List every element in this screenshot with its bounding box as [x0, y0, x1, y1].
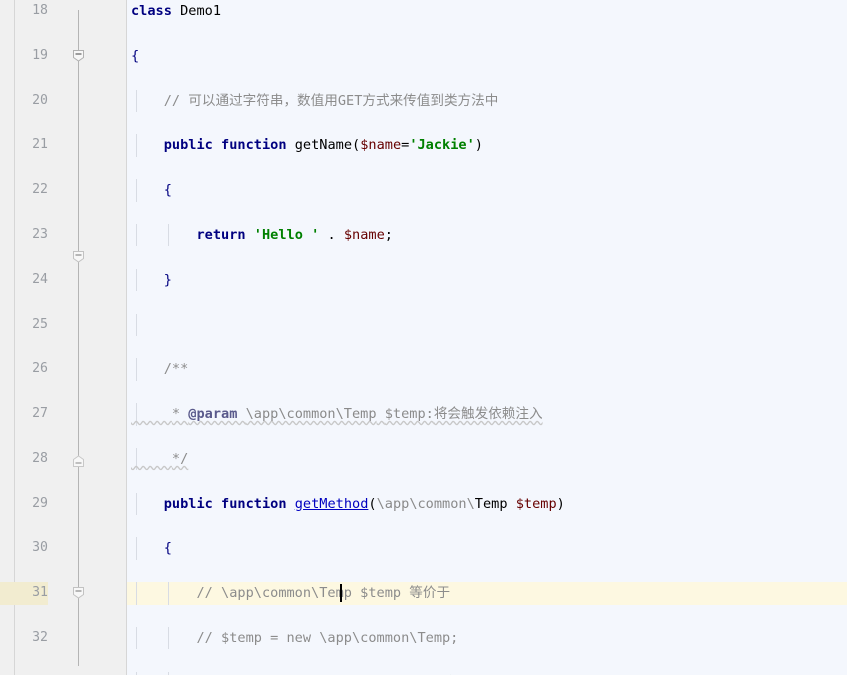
line-number: 28	[32, 450, 48, 466]
editor-lines[interactable]: 18 class Demo1 19 { 20 // 可以通过字符串，数值用GET…	[0, 0, 847, 675]
code-line[interactable]: 28 */	[0, 447, 847, 471]
code-line[interactable]: 32 // $temp = new \app\common\Temp;	[0, 627, 847, 650]
text-caret	[340, 584, 342, 603]
line-number: 19	[32, 47, 48, 63]
line-number: 25	[32, 316, 48, 332]
code-text[interactable]: // 可以通过字符串，数值用GET方式来传值到类方法中	[131, 90, 847, 112]
line-number: 22	[32, 182, 48, 198]
indent-guide	[136, 313, 137, 336]
line-number: 27	[32, 406, 48, 422]
code-text[interactable]: {	[131, 179, 847, 201]
code-text[interactable]: public function getMethod(\app\common\Te…	[131, 493, 847, 515]
code-line[interactable]: 18 class Demo1	[0, 0, 847, 62]
code-text[interactable]: {	[131, 45, 847, 67]
code-line[interactable]: 21 public function getName($name='Jackie…	[0, 134, 847, 263]
code-editor[interactable]: Structure 18 class Demo1 19 { 20 // 可以通过…	[0, 0, 847, 675]
code-line[interactable]: 24 }	[0, 268, 847, 467]
code-text[interactable]: class Demo1	[131, 0, 847, 22]
code-text[interactable]: {	[131, 537, 847, 559]
line-number: 20	[32, 92, 48, 108]
fold-marker-collapse-icon[interactable]	[72, 205, 85, 263]
line-number: 32	[32, 630, 48, 646]
line-number: 29	[32, 495, 48, 511]
code-line[interactable]: 22 {	[0, 179, 847, 202]
code-text[interactable]: public function getName($name='Jackie')	[131, 134, 847, 156]
line-number: 18	[32, 3, 48, 18]
code-line[interactable]: 20 // 可以通过字符串，数值用GET方式来传值到类方法中	[0, 89, 847, 112]
code-line[interactable]: 29 public function getMethod(\app\common…	[0, 492, 847, 516]
line-number: 26	[32, 361, 48, 377]
code-text[interactable]: * @param \app\common\Temp $temp:将会触发依赖注入	[131, 403, 847, 425]
fold-marker-collapse-icon[interactable]	[72, 541, 85, 599]
code-text[interactable]: // \app\common\Temp $temp 等价于	[131, 582, 847, 604]
code-text[interactable]: }	[131, 269, 847, 291]
code-line[interactable]: 27 * @param \app\common\Temp $temp:将会触发依…	[0, 403, 847, 426]
code-line[interactable]: 25	[0, 313, 847, 336]
code-text[interactable]: /**	[131, 358, 847, 380]
code-line[interactable]: 26 /**	[0, 358, 847, 599]
code-text[interactable]: // $temp = new \app\common\Temp;	[131, 627, 847, 649]
line-number: 31	[0, 582, 48, 605]
method-link-getMethod[interactable]: getMethod	[295, 496, 369, 512]
line-number: 21	[32, 137, 48, 153]
code-text[interactable]: */	[131, 448, 847, 470]
code-line[interactable]: 19 {	[0, 45, 847, 67]
code-line-current[interactable]: 31 // \app\common\Temp $temp 等价于	[0, 582, 847, 605]
line-number: 24	[32, 271, 48, 287]
line-number: 30	[32, 540, 48, 556]
code-line[interactable]: 30 {	[0, 537, 847, 560]
code-text[interactable]: return 'Hello ' . $name;	[131, 224, 847, 246]
fold-marker-collapse-icon[interactable]	[72, 410, 85, 467]
fold-marker-collapse-icon[interactable]	[72, 4, 85, 62]
line-number: 23	[32, 226, 48, 242]
